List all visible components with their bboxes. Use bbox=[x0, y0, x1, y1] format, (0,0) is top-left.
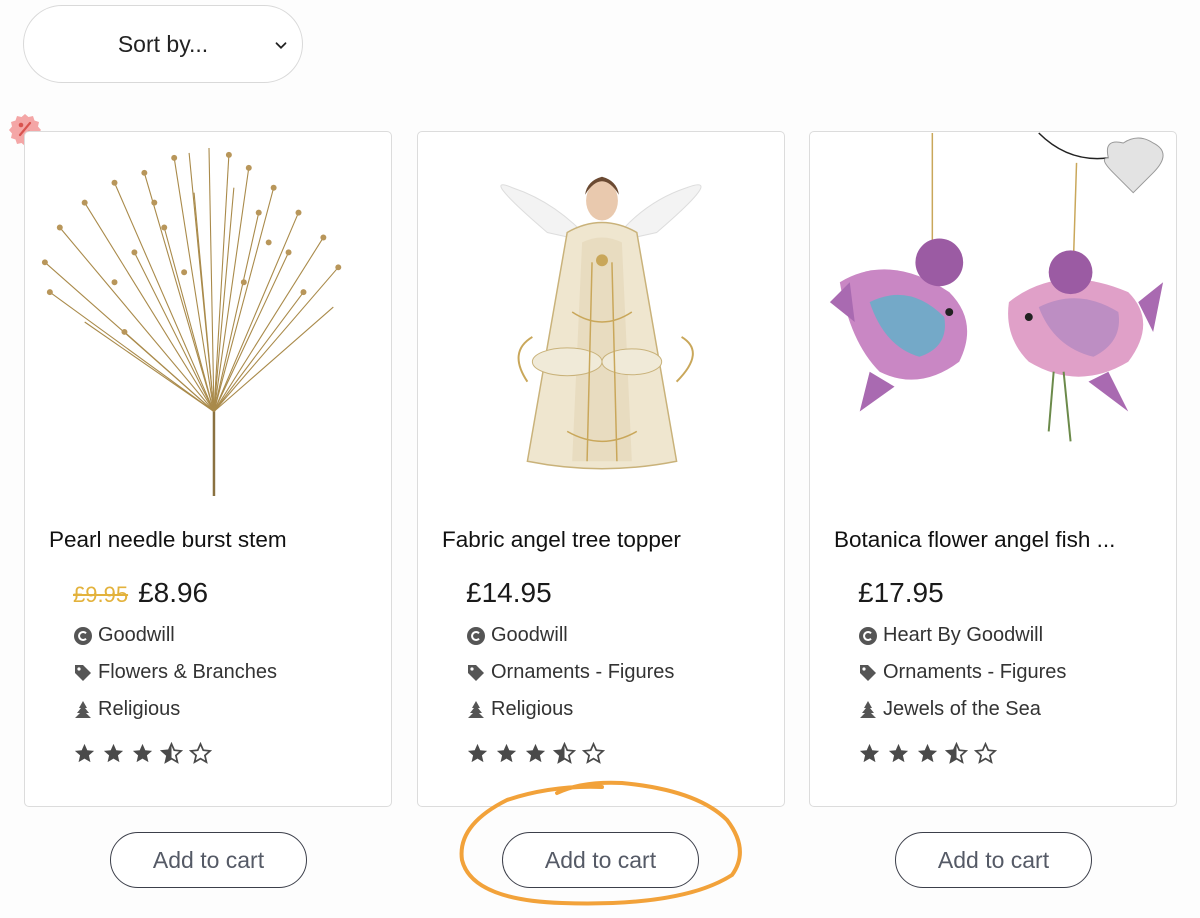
product-collection[interactable]: Religious bbox=[466, 698, 573, 721]
product-card[interactable]: Botanica flower angel fish ... £17.95 He… bbox=[809, 131, 1177, 807]
sort-select[interactable]: Sort by... bbox=[23, 5, 303, 83]
price-row: £17.95 bbox=[858, 577, 944, 609]
add-to-cart-button[interactable]: Add to cart bbox=[110, 832, 307, 888]
product-brand[interactable]: Heart By Goodwill bbox=[858, 624, 1043, 647]
add-to-cart-button[interactable]: Add to cart bbox=[502, 832, 699, 888]
product-category[interactable]: Ornaments - Figures bbox=[466, 661, 674, 684]
star-filled-icon bbox=[917, 743, 938, 763]
chevron-down-icon bbox=[275, 42, 287, 49]
christmas-tree-icon bbox=[860, 700, 876, 718]
copyright-circle-icon bbox=[467, 626, 485, 645]
product-title[interactable]: Fabric angel tree topper bbox=[442, 527, 772, 553]
christmas-tree-icon bbox=[468, 700, 484, 718]
product-image[interactable] bbox=[25, 132, 391, 512]
star-filled-icon bbox=[859, 743, 880, 763]
star-rating bbox=[466, 742, 605, 765]
star-empty-icon bbox=[189, 742, 212, 764]
collection-label: Jewels of the Sea bbox=[883, 698, 1041, 720]
product-category[interactable]: Flowers & Branches bbox=[73, 661, 277, 684]
category-label: Flowers & Branches bbox=[98, 661, 277, 683]
star-filled-icon bbox=[132, 743, 153, 763]
star-rating bbox=[858, 742, 997, 765]
product-card[interactable]: Fabric angel tree topper £14.95 Goodwill… bbox=[417, 131, 785, 807]
copyright-circle-icon bbox=[74, 626, 92, 645]
christmas-tree-icon bbox=[75, 700, 91, 718]
price-row: £9.95 £8.96 bbox=[73, 577, 208, 609]
product-collection[interactable]: Jewels of the Sea bbox=[858, 698, 1041, 721]
collection-label: Religious bbox=[98, 698, 181, 720]
star-rating bbox=[73, 742, 212, 765]
product-collection[interactable]: Religious bbox=[73, 698, 180, 721]
tag-icon bbox=[860, 664, 876, 681]
product-image[interactable] bbox=[810, 132, 1176, 512]
current-price: £8.96 bbox=[138, 577, 209, 608]
product-brand[interactable]: Goodwill bbox=[73, 624, 175, 647]
tag-icon bbox=[468, 664, 484, 681]
star-half-icon bbox=[945, 742, 968, 764]
star-filled-icon bbox=[74, 743, 95, 763]
collection-label: Religious bbox=[491, 698, 574, 720]
current-price: £14.95 bbox=[466, 577, 552, 608]
category-label: Ornaments - Figures bbox=[883, 661, 1067, 683]
old-price: £9.95 bbox=[73, 582, 129, 607]
sort-select-label: Sort by... bbox=[117, 30, 209, 57]
star-filled-icon bbox=[103, 743, 124, 763]
brand-label: Goodwill bbox=[98, 624, 175, 646]
product-title[interactable]: Botanica flower angel fish ... bbox=[834, 527, 1164, 553]
star-filled-icon bbox=[888, 743, 909, 763]
star-empty-icon bbox=[582, 742, 605, 764]
tag-icon bbox=[75, 664, 91, 681]
product-brand[interactable]: Goodwill bbox=[466, 624, 568, 647]
star-filled-icon bbox=[525, 743, 546, 763]
star-half-icon bbox=[553, 742, 576, 764]
add-to-cart-button[interactable]: Add to cart bbox=[895, 832, 1092, 888]
star-half-icon bbox=[160, 742, 183, 764]
star-filled-icon bbox=[467, 743, 488, 763]
star-filled-icon bbox=[496, 743, 517, 763]
product-card[interactable]: Pearl needle burst stem £9.95 £8.96 Goodw… bbox=[24, 131, 392, 807]
product-image[interactable] bbox=[418, 132, 784, 512]
brand-label: Goodwill bbox=[491, 624, 568, 646]
copyright-circle-icon bbox=[859, 626, 877, 645]
star-empty-icon bbox=[974, 742, 997, 764]
current-price: £17.95 bbox=[858, 577, 944, 608]
brand-label: Heart By Goodwill bbox=[883, 624, 1044, 646]
price-row: £14.95 bbox=[466, 577, 552, 609]
product-title[interactable]: Pearl needle burst stem bbox=[49, 527, 379, 553]
category-label: Ornaments - Figures bbox=[491, 661, 675, 683]
product-category[interactable]: Ornaments - Figures bbox=[858, 661, 1066, 684]
